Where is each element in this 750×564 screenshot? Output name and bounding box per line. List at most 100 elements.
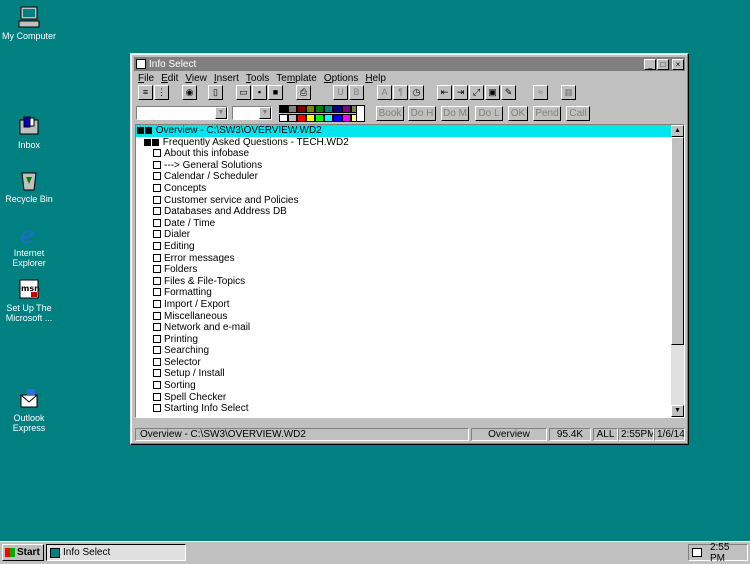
do-h-button[interactable]: Do H	[408, 106, 436, 121]
desktop-icon-inbox[interactable]: Inbox	[0, 114, 64, 150]
tree-item[interactable]: Selector	[136, 357, 671, 369]
color-swatch[interactable]	[324, 113, 333, 122]
tree-item[interactable]: Printing	[136, 334, 671, 346]
color-swatch[interactable]	[288, 113, 297, 122]
color-swatch[interactable]	[333, 113, 342, 122]
tree-item[interactable]: Miscellaneous	[136, 311, 671, 323]
tree-item[interactable]: Starting Info Select	[136, 403, 671, 415]
color-swatch[interactable]	[306, 113, 315, 122]
menu-help[interactable]: Help	[362, 73, 390, 84]
book-button[interactable]: Book	[376, 106, 404, 121]
color-swatch[interactable]	[306, 105, 315, 113]
tree-item[interactable]: Files & File-Topics	[136, 276, 671, 288]
tree-item[interactable]: Calendar / Scheduler	[136, 171, 671, 183]
menu-view[interactable]: View	[182, 73, 211, 84]
paragraph-icon[interactable]: ¶	[393, 85, 408, 100]
color-swatch[interactable]	[279, 105, 288, 113]
tree-item[interactable]: Databases and Address DB	[136, 206, 671, 218]
underline-icon[interactable]: U	[333, 85, 348, 100]
minimize-button[interactable]: _	[644, 58, 656, 70]
window-icon[interactable]: ▣	[485, 85, 500, 100]
desktop-icon-recycle-bin[interactable]: Recycle Bin	[0, 168, 64, 204]
tree-item[interactable]: Customer service and Policies	[136, 195, 671, 207]
color-palette[interactable]	[279, 105, 365, 122]
call-button[interactable]: Call	[566, 106, 590, 121]
color-swatch[interactable]	[324, 105, 333, 113]
do-m-button[interactable]: Do M	[441, 106, 469, 121]
desktop-icon-my-computer[interactable]: My Computer	[0, 5, 64, 41]
pend-button[interactable]: Pend	[533, 106, 561, 121]
color-swatch[interactable]	[342, 113, 351, 122]
clock[interactable]: 2:55 PM	[710, 542, 747, 564]
save-icon[interactable]: ▪	[252, 85, 267, 100]
vertical-scrollbar[interactable]: ▲ ▼	[671, 125, 684, 417]
tree-item[interactable]: Sorting	[136, 380, 671, 392]
color-swatch[interactable]	[288, 105, 297, 113]
color-swatch[interactable]	[297, 105, 306, 113]
menu-tools[interactable]: Tools	[243, 73, 273, 84]
calendar-icon[interactable]: ▦	[561, 85, 576, 100]
floppy-icon[interactable]: ■	[268, 85, 283, 100]
tree-item[interactable]: Concepts	[136, 183, 671, 195]
close-button[interactable]: ×	[672, 58, 684, 70]
print-icon[interactable]: ⎙	[296, 85, 311, 100]
menu-insert[interactable]: Insert	[211, 73, 243, 84]
menu-options[interactable]: Options	[321, 73, 362, 84]
scroll-down-icon[interactable]: ▼	[671, 405, 684, 417]
topic-tree[interactable]: Overview - C:\SW3\OVERVIEW.WD2 Frequentl…	[135, 124, 685, 418]
tree-child-row[interactable]: Frequently Asked Questions - TECH.WD2	[136, 137, 671, 149]
font-select[interactable]: ▼	[136, 106, 228, 120]
taskbar-item-info-select[interactable]: Info Select	[46, 544, 186, 561]
desktop-icon-outlook-express[interactable]: Outlook Express	[0, 387, 64, 433]
color-swatch[interactable]	[315, 113, 324, 122]
new-file-icon[interactable]: ▯	[208, 85, 223, 100]
menu-file[interactable]: File	[135, 73, 158, 84]
list-icon[interactable]: ⋮	[154, 85, 169, 100]
format-icon[interactable]: ≈	[533, 85, 548, 100]
start-button[interactable]: Start	[2, 544, 44, 561]
desktop-icon-internet-explorer[interactable]: e Internet Explorer	[0, 221, 64, 268]
tree-item[interactable]: Searching	[136, 345, 671, 357]
tree-item[interactable]: Editing	[136, 241, 671, 253]
tree-item[interactable]: About this infobase	[136, 148, 671, 160]
chevron-down-icon[interactable]: ▼	[215, 107, 227, 119]
color-swatch[interactable]	[297, 113, 306, 122]
maximize-button[interactable]: □	[657, 58, 669, 70]
open-folder-icon[interactable]: ▭	[236, 85, 251, 100]
tree-item[interactable]: Spell Checker	[136, 392, 671, 404]
menu-template[interactable]: Template	[273, 73, 321, 84]
color-swatch[interactable]	[333, 105, 342, 113]
scroll-up-icon[interactable]: ▲	[671, 125, 684, 137]
font-icon[interactable]: A	[377, 85, 392, 100]
target-icon[interactable]: ◉	[182, 85, 197, 100]
color-swatch[interactable]	[342, 105, 351, 113]
title-bar[interactable]: Info Select _ □ ×	[134, 57, 685, 71]
tree-item[interactable]: Import / Export	[136, 299, 671, 311]
selected-color-swatch[interactable]	[356, 105, 365, 122]
do-l-button[interactable]: Do L	[475, 106, 503, 121]
ok-button[interactable]: OK	[508, 106, 528, 121]
size-select[interactable]: ▼	[232, 106, 272, 120]
desktop-icon-msn-setup[interactable]: msn Set Up The Microsoft ...	[0, 277, 64, 323]
color-swatch[interactable]	[279, 113, 288, 122]
tree-root-row[interactable]: Overview - C:\SW3\OVERVIEW.WD2	[136, 125, 671, 137]
expand-icon[interactable]: ⤢	[469, 85, 484, 100]
tree-item[interactable]: Network and e-mail	[136, 322, 671, 334]
chevron-down-icon[interactable]: ▼	[259, 107, 271, 119]
arrow-right-icon[interactable]: ⇥	[453, 85, 468, 100]
tree-item[interactable]: Folders	[136, 264, 671, 276]
tree-item[interactable]: ---> General Solutions	[136, 160, 671, 172]
color-swatch[interactable]	[315, 105, 324, 113]
tree-item[interactable]: Date / Time	[136, 218, 671, 230]
bold-icon[interactable]: B	[349, 85, 364, 100]
clock-icon[interactable]: ◷	[409, 85, 424, 100]
menu-edit[interactable]: Edit	[158, 73, 182, 84]
tree-item[interactable]: Error messages	[136, 253, 671, 265]
eraser-icon[interactable]: ✎	[501, 85, 516, 100]
network-icon[interactable]	[692, 548, 702, 557]
print-list-icon[interactable]: ≡	[138, 85, 153, 100]
arrow-left-icon[interactable]: ⇤	[437, 85, 452, 100]
tree-item[interactable]: Dialer	[136, 229, 671, 241]
app-icon[interactable]	[136, 59, 146, 69]
tree-item[interactable]: Formatting	[136, 287, 671, 299]
